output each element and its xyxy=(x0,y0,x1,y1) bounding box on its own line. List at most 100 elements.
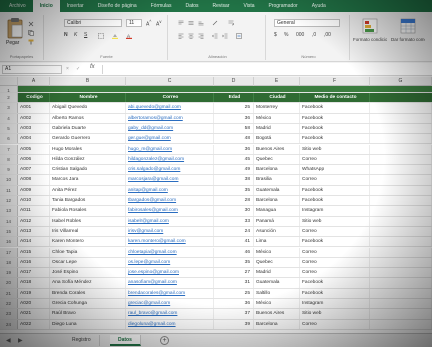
table-cell[interactable]: Correo xyxy=(300,175,370,185)
row-header[interactable]: 8 xyxy=(0,154,18,165)
table-cell[interactable]: 30 xyxy=(214,206,254,216)
empty-cell[interactable] xyxy=(370,175,432,185)
bold-icon[interactable]: N xyxy=(64,32,68,38)
table-cell[interactable]: 36 xyxy=(214,144,254,154)
ribbon-tab[interactable]: Programador xyxy=(262,0,305,12)
table-cell[interactable]: Facebook xyxy=(300,103,370,113)
row-header[interactable]: 9 xyxy=(0,165,18,175)
table-cell[interactable]: Facebook xyxy=(300,134,370,144)
table-cell[interactable]: A015 xyxy=(18,247,50,257)
table-cell[interactable]: Madrid xyxy=(254,268,300,278)
table-cell[interactable]: A021 xyxy=(18,309,50,319)
empty-cell[interactable] xyxy=(370,144,432,154)
table-cell[interactable]: A016 xyxy=(18,257,50,268)
ribbon-tab[interactable]: Diseño de página xyxy=(91,0,144,12)
prev-sheet-icon[interactable]: ◀ xyxy=(6,337,11,344)
table-cell[interactable]: 37 xyxy=(214,309,254,319)
table-cell[interactable]: Quebec xyxy=(254,154,300,165)
ribbon-tab[interactable]: Ayuda xyxy=(305,0,333,12)
shrink-font-icon[interactable]: Av xyxy=(156,19,161,28)
row-header[interactable]: 10 xyxy=(0,175,18,185)
table-cell[interactable]: Fabiola Rosales xyxy=(50,206,126,216)
table-cell[interactable]: 24 xyxy=(214,226,254,237)
table-cell[interactable]: Barcelona xyxy=(254,319,300,329)
orientation-icon[interactable] xyxy=(212,20,218,26)
email-link-cell[interactable]: irisv@gmail.com xyxy=(126,226,214,237)
cut-icon[interactable] xyxy=(28,21,34,27)
comma-format-icon[interactable]: 000 xyxy=(296,32,304,38)
table-cell[interactable]: Bogotá xyxy=(254,134,300,144)
row-header[interactable]: 2 xyxy=(0,93,18,103)
table-cell[interactable]: Buenos Aires xyxy=(254,144,300,154)
row-header[interactable]: 20 xyxy=(0,278,18,288)
table-header-cell[interactable]: Ciudad xyxy=(254,93,300,103)
email-link-cell[interactable]: raul_bravo@gmail.com xyxy=(126,309,214,319)
table-cell[interactable]: México xyxy=(254,299,300,309)
row-header[interactable]: 21 xyxy=(0,288,18,298)
cancel-entry-icon[interactable]: × xyxy=(66,66,69,72)
empty-cell[interactable] xyxy=(370,257,432,268)
sheet-tab[interactable]: Registro xyxy=(64,335,100,346)
table-cell[interactable]: Instagram xyxy=(300,299,370,309)
table-cell[interactable]: Alberto Ramos xyxy=(50,113,126,123)
font-color-icon[interactable]: A xyxy=(126,33,132,39)
column-header[interactable]: D xyxy=(214,77,254,86)
empty-cell[interactable] xyxy=(370,185,432,195)
table-cell[interactable]: Facebook xyxy=(300,196,370,206)
empty-cell[interactable] xyxy=(370,113,432,123)
confirm-entry-icon[interactable]: ✓ xyxy=(76,66,80,72)
font-name-select[interactable]: Calibri xyxy=(64,19,122,27)
table-cell[interactable]: 45 xyxy=(214,154,254,165)
table-cell[interactable]: México xyxy=(254,113,300,123)
font-size-select[interactable]: 11 xyxy=(126,19,142,27)
column-header[interactable]: C xyxy=(126,77,214,86)
email-link-cell[interactable]: marcosjara@gmail.com xyxy=(126,175,214,185)
table-cell[interactable]: Brasilia xyxy=(254,175,300,185)
row-header[interactable]: 6 xyxy=(0,134,18,144)
table-cell[interactable]: A013 xyxy=(18,226,50,237)
table-cell[interactable]: 31 xyxy=(214,278,254,288)
empty-cell[interactable] xyxy=(370,103,432,113)
row-header[interactable]: 23 xyxy=(0,309,18,319)
email-link-cell[interactable]: hildagonzalez@gmail.com xyxy=(126,154,214,165)
italic-icon[interactable]: K xyxy=(74,32,77,38)
table-cell[interactable]: A018 xyxy=(18,278,50,288)
currency-format-icon[interactable]: $ xyxy=(274,32,277,38)
number-format-select[interactable]: General xyxy=(274,19,340,27)
empty-cell[interactable] xyxy=(370,278,432,288)
table-cell[interactable]: A020 xyxy=(18,299,50,309)
empty-cell[interactable] xyxy=(370,268,432,278)
row-header[interactable]: 18 xyxy=(0,257,18,268)
align-top-icon[interactable] xyxy=(178,20,184,26)
table-cell[interactable]: 58 xyxy=(214,123,254,134)
align-right-icon[interactable] xyxy=(198,33,204,39)
empty-cell[interactable] xyxy=(370,226,432,237)
table-cell[interactable]: 46 xyxy=(214,247,254,257)
table-cell[interactable]: 33 xyxy=(214,216,254,226)
ribbon-tab[interactable]: Inicio xyxy=(32,0,60,12)
table-cell[interactable]: A009 xyxy=(18,185,50,195)
format-painter-icon[interactable] xyxy=(28,39,34,45)
table-cell[interactable]: 38 xyxy=(214,175,254,185)
table-cell[interactable]: A017 xyxy=(18,268,50,278)
wrap-text-icon[interactable] xyxy=(228,20,234,26)
table-cell[interactable]: Correo xyxy=(300,247,370,257)
table-cell[interactable]: 28 xyxy=(214,196,254,206)
grow-font-icon[interactable]: A^ xyxy=(146,19,151,28)
table-cell[interactable]: Barcelona xyxy=(254,165,300,175)
table-header-cell[interactable]: Edad xyxy=(214,93,254,103)
table-cell[interactable]: Facebook xyxy=(300,288,370,298)
ribbon-tab[interactable]: Datos xyxy=(178,0,205,12)
paste-button-label[interactable]: Pegar xyxy=(6,40,19,46)
sheet-tab[interactable]: Datos xyxy=(110,335,141,346)
table-cell[interactable]: Ana Sofía Méndez xyxy=(50,278,126,288)
table-cell[interactable]: A006 xyxy=(18,154,50,165)
table-cell[interactable]: Correo xyxy=(300,268,370,278)
table-cell[interactable]: Brenda Corales xyxy=(50,288,126,298)
row-header[interactable]: 15 xyxy=(0,226,18,237)
align-center-icon[interactable] xyxy=(188,33,194,39)
table-cell[interactable]: WhatsApp xyxy=(300,165,370,175)
email-link-cell[interactable]: karen.montero@gmail.com xyxy=(126,237,214,247)
table-cell[interactable]: Facebook xyxy=(300,185,370,195)
table-cell[interactable]: 48 xyxy=(214,134,254,144)
